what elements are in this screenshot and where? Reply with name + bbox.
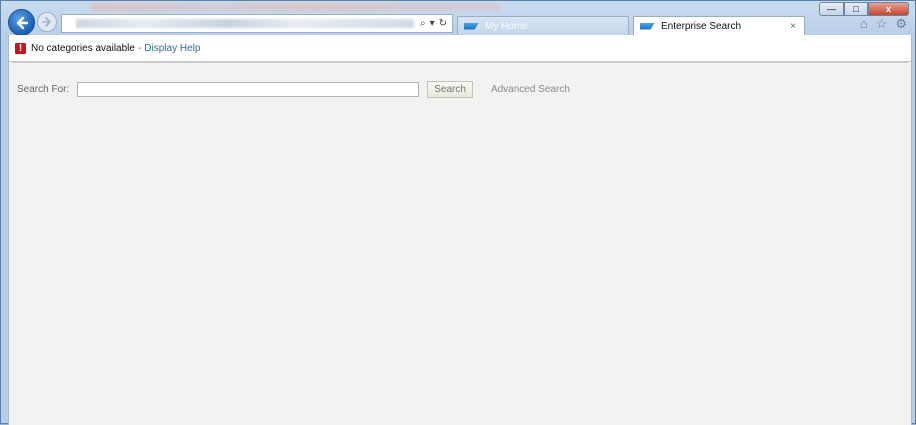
settings-gear-icon[interactable]: ⚙ (895, 16, 907, 32)
tab-my-home[interactable]: My Home (457, 16, 629, 35)
message-bar: ! No categories available - Display Help (9, 35, 911, 62)
tab-label: My Home (485, 20, 528, 32)
search-input[interactable] (77, 82, 420, 97)
address-bar[interactable]: ⌕ ▾ ↻ (61, 14, 453, 33)
window-controls: — □ x (819, 2, 909, 16)
browser-chrome: ⌕ ▾ ↻ My Home Enterprise Search × — □ x … (1, 1, 915, 36)
search-dropdown-icon[interactable]: ⌕ (420, 18, 426, 29)
browser-toolbar: ⌂ ☆ ⚙ (860, 16, 907, 32)
tab-enterprise-search[interactable]: Enterprise Search × (633, 16, 805, 35)
close-window-button[interactable]: x (868, 2, 909, 16)
home-icon[interactable]: ⌂ (860, 16, 868, 32)
advanced-search-link[interactable]: Advanced Search (491, 84, 570, 95)
address-url-redacted (76, 19, 414, 28)
forward-button[interactable] (37, 12, 57, 32)
browser-window: ⌕ ▾ ↻ My Home Enterprise Search × — □ x … (0, 0, 916, 425)
message-text: No categories available (31, 42, 135, 54)
sap-logo-icon (640, 22, 655, 30)
chevron-down-icon[interactable]: ▾ (430, 18, 435, 29)
error-icon: ! (15, 42, 26, 54)
search-row: Search For: Search Advanced Search (17, 81, 570, 98)
forward-arrow-icon (42, 17, 52, 27)
search-button[interactable]: Search (427, 81, 473, 98)
sap-logo-icon (464, 22, 479, 30)
display-help-link[interactable]: Display Help (144, 43, 200, 54)
maximize-button[interactable]: □ (844, 2, 868, 16)
message-separator: - (137, 42, 142, 54)
back-button[interactable] (8, 9, 35, 36)
favorites-star-icon[interactable]: ☆ (876, 16, 888, 32)
refresh-icon[interactable]: ↻ (439, 18, 447, 29)
search-label: Search For: (17, 84, 70, 95)
close-tab-icon[interactable]: × (790, 21, 796, 32)
tab-label: Enterprise Search (661, 20, 742, 32)
back-arrow-icon (16, 16, 28, 29)
divider (12, 61, 908, 63)
minimize-button[interactable]: — (819, 2, 844, 16)
page-content: ! No categories available - Display Help… (8, 35, 912, 425)
